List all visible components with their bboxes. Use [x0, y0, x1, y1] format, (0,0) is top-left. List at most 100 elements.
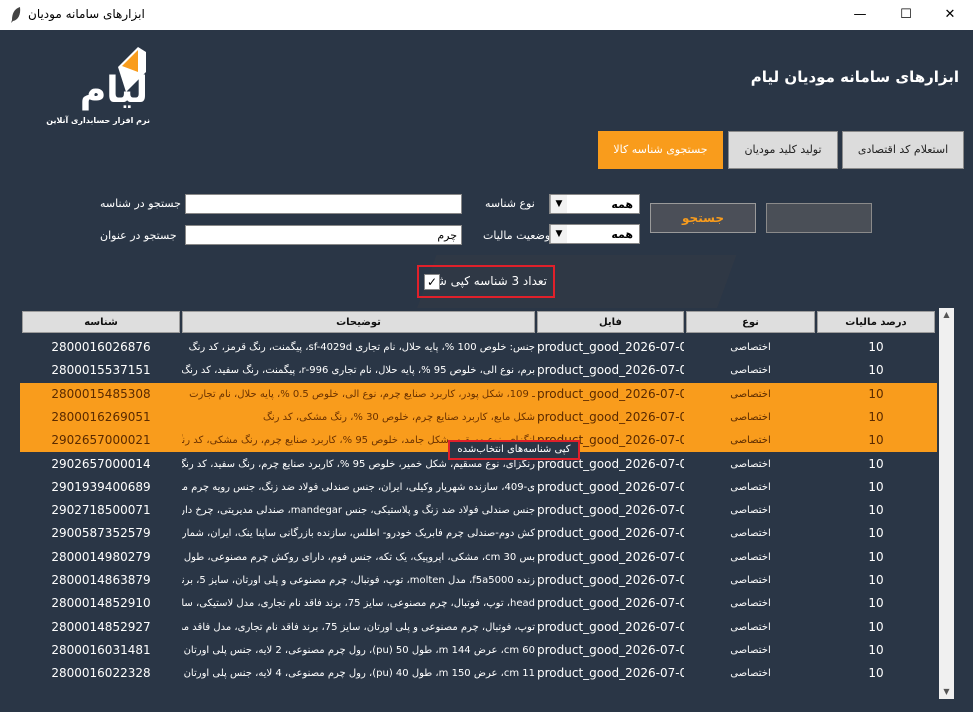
cell-desc: جنس صندلی فولاد ضد زنگ و پلاستیکی، جنس m… — [182, 505, 535, 517]
cell-id: 2902718500071 — [51, 503, 151, 518]
cell-tax: 10 — [868, 526, 884, 541]
cell-type: اختصاصی — [730, 411, 771, 423]
cell-tax: 10 — [868, 363, 884, 378]
cell-type: اختصاصی — [730, 551, 771, 563]
cell-desc: کش دوم-صندلی چرم فابریک خودرو- اطلس، ساز… — [182, 528, 535, 540]
feather-icon — [11, 7, 21, 23]
minimize-button[interactable]: — — [838, 0, 882, 30]
cell-id: 2800014863879 — [51, 573, 151, 587]
table-row[interactable]: 10 اختصاصی product_good_2026-07-03 ـ 109، ش… — [20, 382, 937, 406]
table-row[interactable]: 10 اختصاصی product_good_2026-07-03 توپ، فوت… — [20, 616, 937, 639]
cell-type: اختصاصی — [730, 598, 771, 610]
cell-file: product_good_2026-07-03 — [537, 642, 684, 657]
cell-type: اختصاصی — [730, 621, 771, 633]
header-tax[interactable]: درصد مالیات — [817, 311, 935, 333]
type-select[interactable]: همه ▼ — [549, 194, 640, 214]
table-row[interactable]: 10 اختصاصی product_good_2026-07-03 زنده f5a… — [20, 569, 937, 592]
maximize-button[interactable]: ☐ — [884, 0, 928, 30]
title-search-label: جستجو در عنوان — [100, 229, 177, 242]
cell-id: 2902657000014 — [51, 456, 151, 471]
cell-file: product_good_2026-07-03 — [537, 479, 684, 494]
table-row[interactable]: 10 اختصاصی product_good_2026-07-03 کش دوم-ص… — [20, 522, 937, 545]
cell-id: 2901939400689 — [51, 479, 151, 494]
cell-file: product_good_2026-07-03 — [537, 340, 684, 354]
copy-status-text: تعداد 3 شناسه کپی شد — [430, 274, 547, 288]
table-row[interactable]: 10 اختصاصی product_good_2026-07-03 جنس: خلو… — [20, 336, 937, 359]
table-row[interactable]: 10 اختصاصی product_good_2026-07-03 cm 11، ع… — [20, 662, 937, 685]
table-row[interactable]: 10 اختصاصی product_good_2026-07-03 جنس صندل… — [20, 499, 937, 522]
cell-type: اختصاصی — [730, 528, 771, 540]
cell-tax: 10 — [868, 666, 884, 681]
cell-type: اختصاصی — [730, 458, 771, 470]
cell-file: product_good_2026-07-03 — [537, 526, 684, 541]
checkbox-icon[interactable]: ✓ — [424, 274, 440, 290]
logo-text: لیام — [79, 70, 148, 111]
cell-tax: 10 — [868, 503, 884, 518]
cell-file: product_good_2026-07-03 — [537, 549, 684, 564]
table-row[interactable]: 10 اختصاصی product_good_2026-07-03 بس 30 cm… — [20, 546, 937, 569]
cell-tax: 10 — [868, 386, 884, 401]
cell-id: 2800015537151 — [51, 363, 151, 378]
tab-product-id-search[interactable]: جستجوی شناسه کالا — [598, 131, 723, 169]
header-id[interactable]: شناسه — [22, 311, 180, 333]
header-type[interactable]: نوع — [686, 311, 815, 333]
dropdown-arrow-icon: ▼ — [550, 225, 567, 243]
id-search-label: جستجو در شناسه — [100, 197, 181, 210]
cell-desc: cm 11، عرض 150 m، طول 40 (pu)، رول چرم م… — [183, 668, 535, 680]
copy-status: تعداد 3 شناسه کپی شد ✓ — [417, 265, 555, 298]
cell-id: 2800014852927 — [51, 619, 151, 634]
table-row[interactable]: 10 اختصاصی product_good_2026-07-03 head، تو… — [20, 592, 937, 615]
vertical-scrollbar[interactable]: ▲ ▼ — [939, 308, 954, 699]
cell-file: product_good_2026-07-03 — [537, 573, 684, 587]
tax-select-value: همه — [611, 228, 633, 241]
cell-tax: 10 — [868, 573, 884, 587]
tab-economic-code[interactable]: استعلام کد اقتصادی — [842, 131, 964, 169]
header-file[interactable]: فایل — [537, 311, 684, 333]
scroll-up-icon[interactable]: ▲ — [939, 308, 954, 322]
cell-desc: cm 60، عرض 144 m، طول 50 (pu)، رول چرم م… — [183, 644, 535, 656]
tab-generate-key[interactable]: تولید کلید مودیان — [728, 131, 838, 169]
cell-file: product_good_2026-07-03 — [537, 386, 684, 401]
tax-label: وضعیت مالیات — [483, 229, 551, 242]
scroll-down-icon[interactable]: ▼ — [939, 685, 954, 699]
cell-type: اختصاصی — [730, 365, 771, 377]
logo: لیام نرم افزار حسابداری آنلاین — [26, 42, 156, 132]
search-button[interactable]: جستجو — [650, 203, 756, 233]
cell-id: 2800016031481 — [51, 642, 151, 657]
cell-id: 2900587352579 — [51, 526, 151, 541]
cell-tax: 10 — [868, 409, 884, 424]
cell-type: اختصاصی — [730, 668, 771, 680]
table-row[interactable]: 10 اختصاصی product_good_2026-07-03 ی-409، س… — [20, 476, 937, 499]
cell-id: 2800016026876 — [51, 340, 151, 354]
cell-file: product_good_2026-07-03 — [537, 409, 684, 424]
header-desc[interactable]: توضیحات — [182, 311, 535, 333]
cell-tax: 10 — [868, 549, 884, 564]
cell-tax: 10 — [868, 456, 884, 471]
cell-tax: 10 — [868, 479, 884, 494]
table-row[interactable]: 10 اختصاصی product_good_2026-07-03 برم، نوع… — [20, 359, 937, 382]
id-search-input[interactable] — [185, 194, 462, 214]
context-menu-copy-selected[interactable]: کپی شناسه‌های انتخاب‌شده — [448, 440, 580, 460]
dropdown-arrow-icon: ▼ — [550, 195, 567, 213]
table-row[interactable]: 10 اختصاصی product_good_2026-07-03 cm 60، ع… — [20, 639, 937, 662]
table-row[interactable]: 10 اختصاصی product_good_2026-07-03 شکل مایع… — [20, 405, 937, 429]
cell-desc: ـ 109، شکل پودر، کاربرد صنایع چرم، نوع ا… — [189, 388, 535, 400]
cell-tax: 10 — [868, 642, 884, 657]
type-select-value: همه — [611, 198, 633, 211]
cell-type: اختصاصی — [730, 481, 771, 493]
cell-file: product_good_2026-07-03 — [537, 666, 684, 681]
cell-id: 2902657000021 — [51, 433, 151, 448]
cell-desc: ی-409، سازنده شهریار وکیلی، ایران، جنس ص… — [182, 481, 535, 493]
logo-tagline: نرم افزار حسابداری آنلاین — [46, 116, 150, 125]
close-button[interactable]: ✕ — [928, 0, 972, 30]
window-titlebar: ابزارهای سامانه مودیان — ☐ ✕ — [0, 0, 973, 30]
cell-desc: head، توپ، فوتبال، چرم مصنوعی، سایز 75، … — [182, 598, 535, 610]
tax-select[interactable]: همه ▼ — [549, 224, 640, 244]
type-label: نوع شناسه — [485, 197, 535, 210]
cell-id: 2800014980279 — [51, 549, 151, 564]
title-search-input[interactable]: چرم — [185, 225, 462, 245]
clear-button[interactable] — [766, 203, 872, 233]
cell-type: اختصاصی — [730, 644, 771, 656]
cell-type: اختصاصی — [730, 388, 771, 400]
cell-tax: 10 — [868, 433, 884, 448]
